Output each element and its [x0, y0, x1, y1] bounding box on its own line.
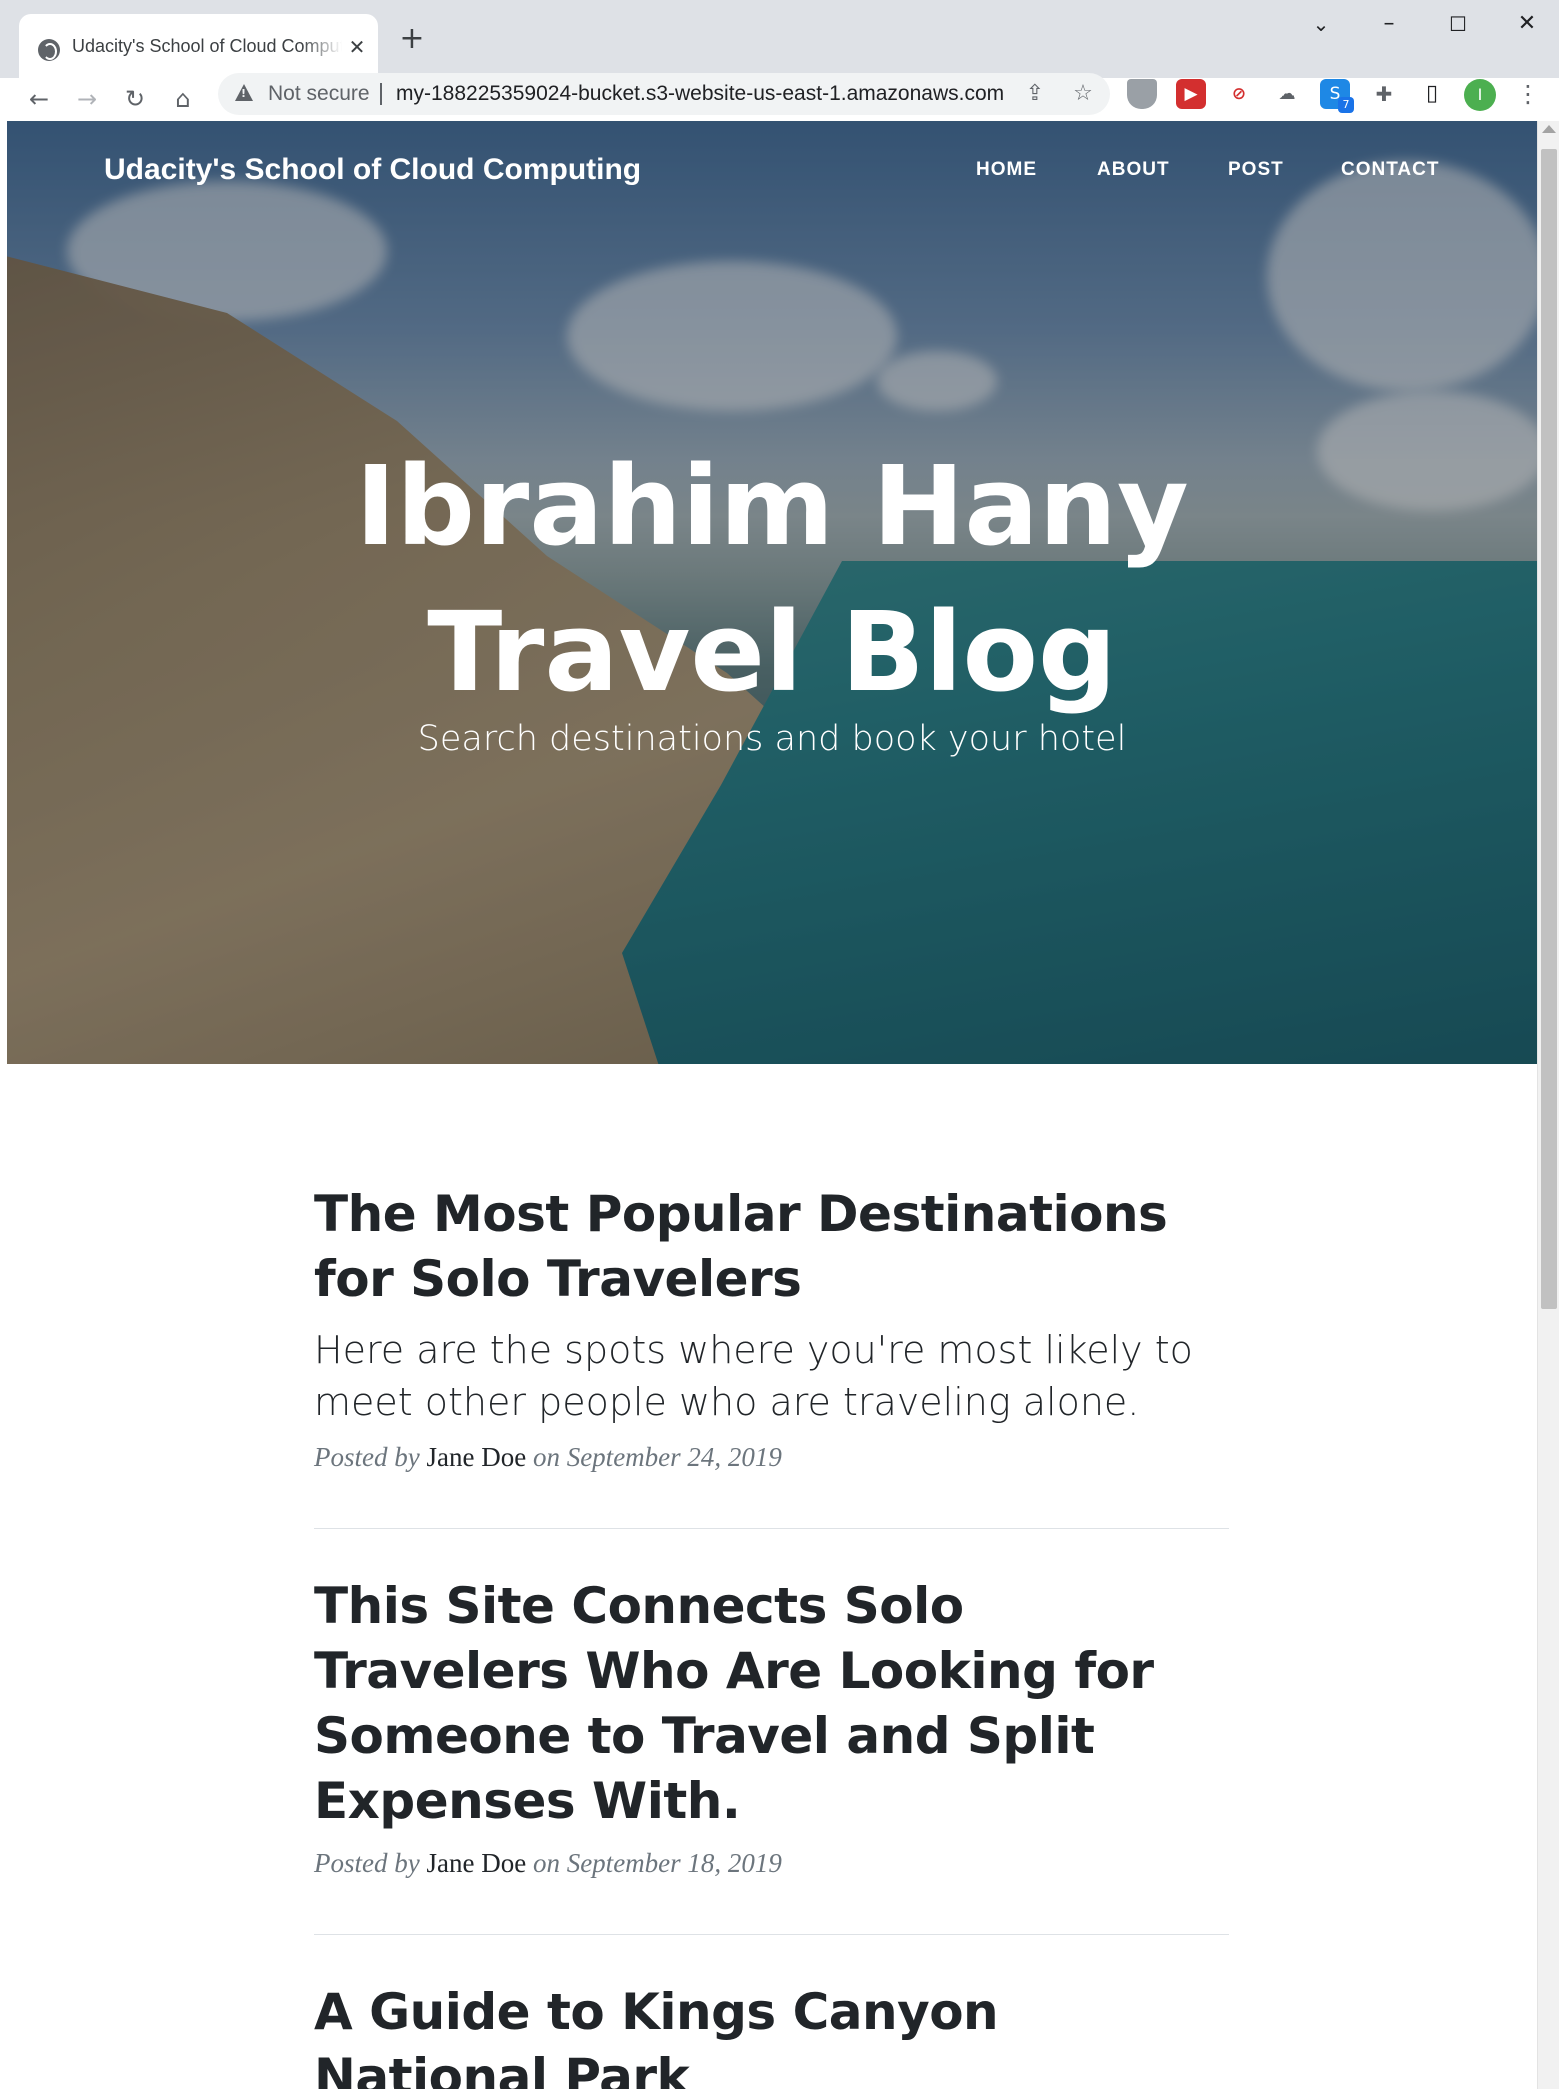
- minimize-button[interactable]: –: [1369, 10, 1409, 38]
- close-tab-icon[interactable]: ✕: [344, 34, 370, 60]
- nav-home[interactable]: HOME: [976, 159, 1037, 181]
- hero-title-line-2: Travel Blog: [427, 588, 1117, 716]
- hero-title: Ibrahim Hany Travel Blog: [7, 433, 1537, 725]
- security-label[interactable]: Not secure: [268, 82, 370, 106]
- post-link[interactable]: This Site Connects Solo Travelers Who Ar…: [314, 1574, 1229, 1834]
- tab-strip: Udacity's School of Cloud Computing ✕ + …: [0, 0, 1559, 78]
- scroll-up-arrow-icon[interactable]: [1542, 125, 1556, 133]
- warning-icon[interactable]: [235, 84, 253, 101]
- close-window-button[interactable]: ✕: [1507, 10, 1547, 38]
- post-divider: [314, 1934, 1229, 1935]
- cloud-extension-icon[interactable]: ☁: [1272, 79, 1302, 109]
- post-title[interactable]: This Site Connects Solo Travelers Who Ar…: [314, 1574, 1229, 1834]
- browser-chrome: Udacity's School of Cloud Computing ✕ + …: [0, 0, 1559, 121]
- post-link[interactable]: The Most Popular Destinations for Solo T…: [314, 1182, 1229, 1428]
- post-meta: Posted by Jane Doe on September 24, 2019: [314, 1442, 1229, 1473]
- nav-about[interactable]: ABOUT: [1097, 159, 1170, 181]
- hero-title-line-1: Ibrahim Hany: [355, 442, 1189, 570]
- post-date: on September 18, 2019: [532, 1848, 782, 1878]
- post-date: on September 24, 2019: [532, 1442, 782, 1472]
- new-tab-button[interactable]: +: [396, 24, 428, 56]
- back-button[interactable]: ←: [22, 82, 56, 116]
- browser-tab[interactable]: Udacity's School of Cloud Computing ✕: [19, 14, 378, 78]
- post-meta: Posted by Jane Doe on September 18, 2019: [314, 1848, 1229, 1879]
- post-divider: [314, 1528, 1229, 1529]
- video-extension-icon[interactable]: ▶: [1176, 79, 1206, 109]
- extension-badge: 7: [1338, 97, 1354, 113]
- browser-menu-icon[interactable]: ⋮: [1513, 79, 1543, 109]
- post-author-link[interactable]: Jane Doe: [426, 1848, 526, 1878]
- post-meta-prefix: Posted by: [314, 1442, 420, 1472]
- hero-subtitle: Search destinations and book your hotel: [417, 719, 1127, 759]
- nav-contact[interactable]: CONTACT: [1341, 159, 1439, 181]
- bookmark-star-icon[interactable]: ☆: [1067, 78, 1099, 110]
- post-title[interactable]: The Most Popular Destinations for Solo T…: [314, 1182, 1229, 1312]
- site-brand[interactable]: Udacity's School of Cloud Computing: [104, 153, 641, 187]
- maximize-button[interactable]: ☐: [1438, 10, 1478, 38]
- post-link[interactable]: A Guide to Kings Canyon National Park: [314, 1980, 1229, 2089]
- hero-header: Udacity's School of Cloud Computing HOME…: [7, 121, 1537, 1064]
- page-scrollbar[interactable]: [1537, 121, 1559, 2089]
- profile-avatar[interactable]: I: [1464, 79, 1496, 111]
- s-extension-icon[interactable]: S7: [1320, 79, 1354, 113]
- post-meta-prefix: Posted by: [314, 1848, 420, 1878]
- page-viewport: Udacity's School of Cloud Computing HOME…: [7, 121, 1537, 2089]
- tab-search-button[interactable]: ⌄: [1301, 10, 1341, 38]
- home-button[interactable]: ⌂: [166, 82, 200, 116]
- post-title[interactable]: A Guide to Kings Canyon National Park: [314, 1980, 1229, 2089]
- shield-extension-icon[interactable]: [1127, 79, 1157, 109]
- post-subtitle[interactable]: Here are the spots where you're most lik…: [314, 1324, 1229, 1428]
- address-bar[interactable]: Not secure my-188225359024-bucket.s3-web…: [218, 73, 1110, 115]
- globe-icon: [38, 39, 60, 61]
- tab-title: Udacity's School of Cloud Computing: [72, 36, 342, 56]
- post-preview: This Site Connects Solo Travelers Who Ar…: [314, 1574, 1229, 1879]
- post-preview: The Most Popular Destinations for Solo T…: [314, 1182, 1229, 1473]
- opera-extension-icon[interactable]: ⊘: [1224, 79, 1254, 109]
- scrollbar-thumb[interactable]: [1541, 149, 1557, 1309]
- post-preview: A Guide to Kings Canyon National Park: [314, 1980, 1229, 2089]
- post-author-link[interactable]: Jane Doe: [426, 1442, 526, 1472]
- share-icon[interactable]: ⇪: [1019, 78, 1051, 110]
- extensions-puzzle-icon[interactable]: ✚: [1369, 79, 1399, 109]
- url-text[interactable]: my-188225359024-bucket.s3-website-us-eas…: [396, 82, 1004, 106]
- forward-button[interactable]: →: [70, 82, 104, 116]
- reload-button[interactable]: ↻: [118, 82, 152, 116]
- nav-post[interactable]: POST: [1228, 159, 1284, 181]
- side-panel-icon[interactable]: ▯: [1417, 79, 1447, 109]
- omnibox-divider: [380, 83, 382, 105]
